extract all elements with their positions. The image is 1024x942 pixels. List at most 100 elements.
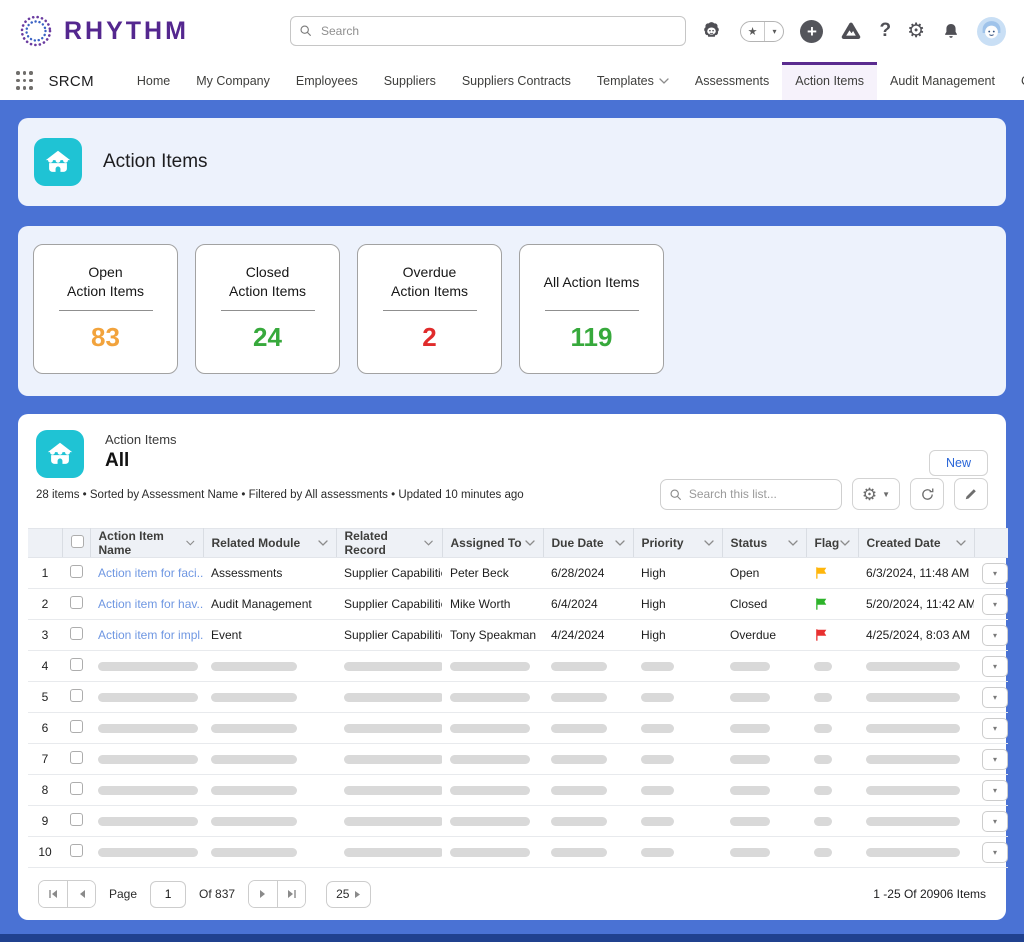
einstein-icon[interactable] [699, 19, 724, 44]
refresh-button[interactable] [910, 478, 944, 510]
setup-gear-icon[interactable]: ⚙ [907, 21, 925, 41]
user-avatar[interactable] [977, 17, 1006, 46]
skeleton-bar [551, 724, 607, 733]
global-actions-button[interactable]: + [800, 20, 823, 43]
column-action-item-name[interactable]: Action Item Name [90, 529, 203, 558]
column-related-module[interactable]: Related Module [203, 529, 336, 558]
page-number-input[interactable] [150, 881, 186, 908]
favorites-chevron-icon[interactable]: ▾ [764, 22, 783, 41]
skeleton-bar [344, 817, 442, 826]
tab-audit-management[interactable]: Audit Management [877, 62, 1008, 100]
row-actions-button[interactable]: ▾ [982, 780, 1008, 801]
action-item-link[interactable]: Action item for faci... [98, 566, 203, 580]
action-items-app-icon [34, 138, 82, 186]
skeleton-bar [866, 848, 960, 857]
row-actions-button[interactable]: ▾ [982, 718, 1008, 739]
nav-tabs: Home My Company Employees Suppliers Supp… [124, 62, 1024, 100]
tab-suppliers-contracts[interactable]: Suppliers Contracts [449, 62, 584, 100]
dropdown-arrow-icon: ▼ [882, 490, 890, 499]
tab-home[interactable]: Home [124, 62, 183, 100]
skeleton-bar [98, 786, 198, 795]
row-actions-button[interactable]: ▾ [982, 563, 1008, 584]
skeleton-row: 7 ▾ [28, 744, 1008, 775]
select-all-checkbox[interactable] [71, 535, 84, 548]
chevron-down-icon [424, 540, 433, 546]
action-item-link[interactable]: Action item for hav... [98, 597, 203, 611]
guidance-center-icon[interactable] [839, 19, 863, 43]
first-page-button[interactable] [39, 881, 67, 907]
skeleton-bar [730, 755, 770, 764]
tab-employees[interactable]: Employees [283, 62, 371, 100]
skeleton-bar [98, 848, 198, 857]
skeleton-bar [814, 786, 832, 795]
skeleton-bar [344, 724, 442, 733]
column-status[interactable]: Status [722, 529, 806, 558]
inline-edit-button[interactable] [954, 478, 988, 510]
skeleton-bar [211, 693, 297, 702]
right-arrow-icon [354, 890, 361, 899]
row-actions-button[interactable]: ▾ [982, 625, 1008, 646]
row-checkbox[interactable] [70, 720, 83, 733]
page-size-selector[interactable]: 25 [326, 881, 371, 908]
row-checkbox[interactable] [70, 813, 83, 826]
skeleton-bar [641, 848, 674, 857]
column-created-date[interactable]: Created Date [858, 529, 974, 558]
tab-templates[interactable]: Templates [584, 62, 682, 100]
list-controls: ⚙ ▼ [660, 478, 988, 510]
row-actions-button[interactable]: ▾ [982, 656, 1008, 677]
pagination: Page Of 837 25 1 -25 Of 20906 Items [28, 880, 996, 908]
tab-suppliers[interactable]: Suppliers [371, 62, 449, 100]
row-checkbox[interactable] [70, 565, 83, 578]
row-checkbox[interactable] [70, 844, 83, 857]
row-checkbox[interactable] [70, 596, 83, 609]
list-header: Action Items All New [28, 430, 996, 478]
global-search-input[interactable] [290, 16, 686, 46]
column-due-date[interactable]: Due Date [543, 529, 633, 558]
row-actions-button[interactable]: ▾ [982, 811, 1008, 832]
page-label: Page [109, 887, 137, 901]
row-actions-button[interactable]: ▾ [982, 687, 1008, 708]
skeleton-bar [814, 662, 832, 671]
skeleton-bar [344, 786, 442, 795]
skeleton-bar [866, 786, 960, 795]
tab-action-items[interactable]: Action Items [782, 62, 877, 100]
kpi-closed-action-items[interactable]: Closed Action Items 24 [195, 244, 340, 374]
row-checkbox[interactable] [70, 658, 83, 671]
column-assigned-to[interactable]: Assigned To [442, 529, 543, 558]
skeleton-row: 4 ▾ [28, 651, 1008, 682]
chevron-down-icon [788, 540, 798, 546]
action-item-link[interactable]: Action item for impl... [98, 628, 203, 642]
rhythm-logo-icon [18, 13, 54, 49]
skeleton-bar [730, 724, 770, 733]
flag-icon [814, 597, 828, 611]
previous-page-button[interactable] [67, 881, 95, 907]
list-settings-button[interactable]: ⚙ ▼ [852, 478, 900, 510]
kpi-open-action-items[interactable]: Open Action Items 83 [33, 244, 178, 374]
kpi-overdue-action-items[interactable]: Overdue Action Items 2 [357, 244, 502, 374]
column-flag[interactable]: Flag [806, 529, 858, 558]
row-actions-button[interactable]: ▾ [982, 594, 1008, 615]
app-launcher-icon[interactable] [16, 71, 33, 91]
help-icon[interactable]: ? [879, 20, 891, 42]
tab-assessments[interactable]: Assessments [682, 62, 782, 100]
favorites-button[interactable]: ★ ▾ [740, 21, 785, 42]
star-icon[interactable]: ★ [741, 22, 765, 41]
row-checkbox[interactable] [70, 751, 83, 764]
list-search-input[interactable] [660, 479, 842, 510]
last-page-button[interactable] [277, 881, 305, 907]
tab-calender[interactable]: Calender [1008, 62, 1024, 100]
kpi-all-action-items[interactable]: All Action Items 119 [519, 244, 664, 374]
notifications-bell-icon[interactable] [941, 21, 961, 42]
new-button[interactable]: New [929, 450, 988, 476]
next-page-button[interactable] [249, 881, 277, 907]
view-name[interactable]: All [105, 450, 177, 472]
column-priority[interactable]: Priority [633, 529, 722, 558]
skeleton-bar [551, 755, 607, 764]
row-checkbox[interactable] [70, 689, 83, 702]
row-checkbox[interactable] [70, 782, 83, 795]
row-checkbox[interactable] [70, 627, 83, 640]
column-related-record[interactable]: Related Record [336, 529, 442, 558]
row-actions-button[interactable]: ▾ [982, 749, 1008, 770]
row-actions-button[interactable]: ▾ [982, 842, 1008, 863]
tab-my-company[interactable]: My Company [183, 62, 283, 100]
